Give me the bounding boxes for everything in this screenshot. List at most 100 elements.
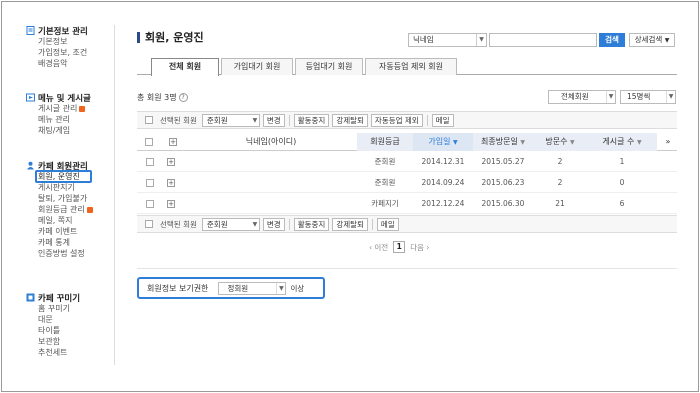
chevron-down-icon: ▼ <box>252 220 258 228</box>
sidebar-section-basic: 기본정보 관리 기본정보 가입정보, 조건 배경음악 <box>26 25 116 69</box>
sidebar-section-decorate: 카페 꾸미기 홈 꾸미기 대문 타이틀 보관함 추천세트 <box>26 292 116 358</box>
sidebar-item-gate[interactable]: 대문 <box>26 314 116 325</box>
sidebar-item-join-info[interactable]: 가입정보, 조건 <box>26 47 116 58</box>
select-all-checkbox[interactable] <box>145 220 153 228</box>
chevron-down-icon: ▼ <box>570 139 575 146</box>
sidebar-item-posts[interactable]: 게시글 관리 <box>26 103 116 114</box>
sidebar-item-members-staff[interactable]: 회원, 운영진 <box>26 170 116 183</box>
expand-all-icon[interactable]: + <box>169 138 177 146</box>
sidebar-item-event[interactable]: 카페 이벤트 <box>26 226 116 237</box>
bulk-action-toolbar-top: 선택된 회원 준회원 ▼ 변경 활동중지 강제탈퇴 자동등업 제외 메일 <box>137 111 677 129</box>
sidebar-item-grade[interactable]: 회원등급 관리 <box>26 204 116 215</box>
expand-icon[interactable]: + <box>167 200 175 208</box>
cell-nickname[interactable] <box>185 194 357 214</box>
per-page-select[interactable]: 15명씩 ▼ <box>620 90 676 104</box>
change-grade-button[interactable]: 변경 <box>262 113 285 127</box>
cell-nickname[interactable] <box>185 152 357 172</box>
chevron-down-icon: ▼ <box>606 91 615 103</box>
sidebar-item-basic-info[interactable]: 기본정보 <box>26 36 116 47</box>
column-grade[interactable]: 회원등급 <box>357 133 413 151</box>
separator <box>426 114 428 126</box>
force-withdraw-button[interactable]: 강제탈퇴 <box>332 113 368 127</box>
suspend-button[interactable]: 활동중지 <box>293 113 330 127</box>
chevron-down-icon: ▼ <box>276 282 285 294</box>
page-number-current[interactable]: 1 <box>393 241 406 253</box>
row-checkbox[interactable] <box>146 179 154 187</box>
cell-visits: 2 <box>557 178 563 187</box>
force-withdraw-button[interactable]: 강제탈퇴 <box>332 217 368 231</box>
sidebar-item-home[interactable]: 홈 꾸미기 <box>26 303 116 314</box>
permission-grade-select[interactable]: 정회원 ▼ <box>218 281 287 295</box>
sidebar-item-storage[interactable]: 보관함 <box>26 336 116 347</box>
header-checkbox-cell <box>137 133 161 151</box>
column-posts[interactable]: 게시글 수 ▼ <box>587 133 657 151</box>
sidebar-section-title[interactable]: 기본정보 관리 <box>26 25 116 37</box>
prev-page-link[interactable]: ‹ 이전 <box>369 242 388 253</box>
tab-pending-upgrade[interactable]: 등업대기 회원 <box>295 58 363 75</box>
select-all-checkbox[interactable] <box>145 116 153 124</box>
column-last-visit[interactable]: 최종방문일 ▼ <box>473 133 533 151</box>
sidebar-item-board-keeper[interactable]: 게시판지기 <box>26 182 116 193</box>
member-filter-select[interactable]: 전체회원 ▼ <box>548 90 616 104</box>
new-badge-icon <box>79 105 86 112</box>
column-visits[interactable]: 방문수 ▼ <box>533 133 587 151</box>
cell-nickname[interactable] <box>185 173 357 193</box>
chevron-down-icon: ▼ <box>476 34 486 46</box>
next-page-link[interactable]: 다음 › <box>410 242 429 253</box>
table-header: + 닉네임(아이디) 회원등급 가입일 ▼ 최종방문일 ▼ 방문수 ▼ 게시글 … <box>137 133 677 151</box>
select-all-checkbox[interactable] <box>145 138 153 146</box>
separator <box>288 218 290 230</box>
cell-last-visit: 2015.06.30 <box>481 199 525 208</box>
sidebar-item-auth[interactable]: 인증방법 설정 <box>26 248 116 259</box>
change-grade-button[interactable]: 변경 <box>262 217 285 231</box>
sidebar-item-mail[interactable]: 메일, 쪽지 <box>26 215 116 226</box>
search-button[interactable]: 검색 <box>599 33 625 47</box>
tab-auto-upgrade-excluded[interactable]: 자동등업 제외 회원 <box>365 58 457 75</box>
search-input[interactable] <box>489 33 597 47</box>
sidebar-section-title[interactable]: 카페 꾸미기 <box>26 292 116 304</box>
header-expand-cell: + <box>161 133 185 151</box>
help-icon[interactable]: ? <box>178 93 188 102</box>
sidebar-section-title[interactable]: 메뉴 및 게시글 <box>26 92 116 104</box>
sidebar-item-stats[interactable]: 카페 통계 <box>26 237 116 248</box>
row-checkbox[interactable] <box>146 200 154 208</box>
expand-icon[interactable]: + <box>167 179 175 187</box>
column-joined[interactable]: 가입일 ▼ <box>413 133 473 151</box>
table-row[interactable]: + 준회원 2014.09.24 2015.06.23 2 0 <box>137 173 677 193</box>
cell-visits: 2 <box>557 157 563 166</box>
tab-pending-join[interactable]: 가입대기 회원 <box>221 58 293 75</box>
search-field-select[interactable]: 닉네임 ▼ <box>408 33 487 47</box>
table-row[interactable]: + 준회원 2014.12.31 2015.05.27 2 1 <box>137 152 677 172</box>
exclude-auto-upgrade-button[interactable]: 자동등업 제외 <box>370 113 423 127</box>
mail-button[interactable]: 메일 <box>431 113 454 127</box>
sidebar-item-bgm[interactable]: 배경음악 <box>26 58 116 69</box>
mail-button[interactable]: 메일 <box>376 217 399 231</box>
member-info-permission-box: 회원정보 보기권한 정회원 ▼ 이상 <box>137 277 325 299</box>
table-row[interactable]: + 카페지기 2012.12.24 2015.06.30 21 6 <box>137 194 677 214</box>
expand-icon[interactable]: + <box>167 158 175 166</box>
row-checkbox[interactable] <box>146 158 154 166</box>
chevron-down-icon: ▼ <box>636 139 642 146</box>
sidebar-item-menu[interactable]: 메뉴 관리 <box>26 114 116 125</box>
cell-joined: 2012.12.24 <box>421 199 465 208</box>
grade-select[interactable]: 준회원 ▼ <box>201 113 260 127</box>
grade-select[interactable]: 준회원 ▼ <box>201 217 260 231</box>
tab-all-members[interactable]: 전체 회원 <box>151 58 219 76</box>
chevron-down-icon: ▼ <box>666 91 675 103</box>
cell-posts: 0 <box>619 178 625 187</box>
tab-bar: 전체 회원 가입대기 회원 등업대기 회원 자동등업 제외 회원 <box>137 58 677 76</box>
sidebar-section-members: 카페 회원관리 회원, 운영진 게시판지기 탈퇴, 가입불가 회원등급 관리 메… <box>26 160 116 259</box>
brush-icon <box>26 293 35 302</box>
column-nickname[interactable]: 닉네임(아이디) <box>185 133 357 151</box>
divider <box>137 268 677 269</box>
sidebar-item-chat[interactable]: 채팅/게임 <box>26 125 116 136</box>
advanced-search-button[interactable]: 상세검색 ▼ <box>629 33 675 47</box>
more-columns-icon[interactable]: » <box>659 133 677 151</box>
chevron-down-icon: ▼ <box>664 37 670 44</box>
sidebar-item-withdraw[interactable]: 탈퇴, 가입불가 <box>26 193 116 204</box>
cell-grade: 준회원 <box>374 157 396 166</box>
separator <box>288 114 290 126</box>
sidebar-item-title[interactable]: 타이틀 <box>26 325 116 336</box>
suspend-button[interactable]: 활동중지 <box>293 217 330 231</box>
sidebar-item-recommend[interactable]: 추천세트 <box>26 347 116 358</box>
